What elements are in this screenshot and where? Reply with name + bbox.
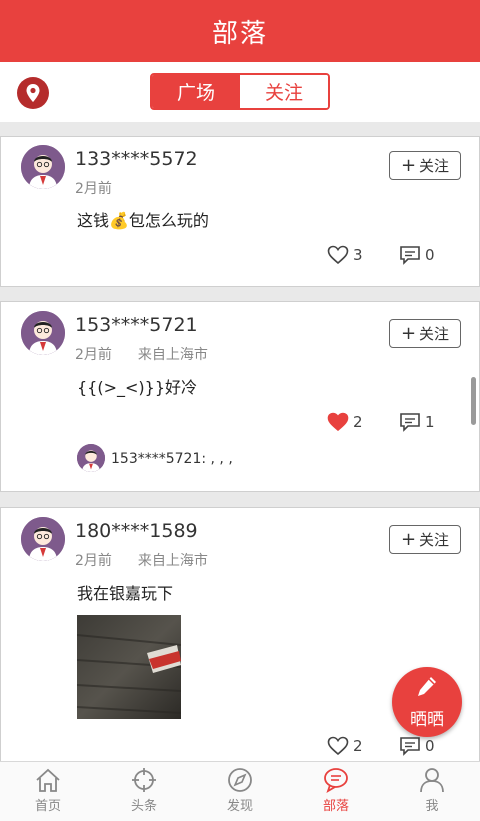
sub-bar: 广场 关注	[0, 62, 480, 122]
plus-icon: +	[400, 323, 417, 344]
crosshair-icon	[132, 768, 156, 792]
follow-button[interactable]: + 关注	[389, 525, 461, 554]
post-card[interactable]: 133****5572 2月前 这钱💰包怎么玩的 + 关注 3 0	[0, 136, 480, 287]
nav-label: 部落	[322, 799, 349, 814]
post-card[interactable]: 153****5721 2月前 来自上海市 {{(>_<)}}好冷 + 关注 2 1…	[0, 301, 480, 492]
post-meta: 2月前	[75, 178, 112, 198]
nav-headlines[interactable]: 头条	[96, 762, 192, 821]
comment-count: 1	[425, 413, 435, 431]
like-button[interactable]: 2	[327, 736, 363, 756]
post-meta: 2月前 来自上海市	[75, 550, 208, 570]
post-username[interactable]: 133****5572	[75, 148, 198, 170]
nav-me[interactable]: 我	[384, 762, 480, 821]
tab-square[interactable]: 广场	[152, 75, 240, 108]
like-count: 2	[353, 413, 363, 431]
person-icon	[420, 768, 444, 793]
post-time: 2月前	[75, 553, 112, 569]
comment-icon	[400, 737, 420, 756]
post-fab-button[interactable]: 晒晒	[392, 667, 462, 737]
like-count: 2	[353, 737, 363, 755]
like-count: 3	[353, 246, 363, 264]
nav-label: 首页	[34, 799, 61, 814]
post-photo[interactable]	[77, 615, 181, 719]
nav-home[interactable]: 首页	[0, 762, 96, 821]
post-time: 2月前	[75, 181, 112, 197]
plus-icon: +	[400, 529, 417, 550]
post-content: 这钱💰包怎么玩的	[77, 211, 209, 230]
heart-filled-icon	[327, 412, 349, 432]
post-time: 2月前	[75, 347, 112, 363]
like-button[interactable]: 3	[327, 245, 363, 265]
chat-bubble-icon	[324, 768, 348, 793]
home-icon	[36, 768, 60, 792]
nav-tribe[interactable]: 部落	[288, 762, 384, 821]
comment-count: 0	[425, 246, 435, 264]
nav-label: 发现	[226, 799, 253, 814]
follow-button[interactable]: + 关注	[389, 319, 461, 348]
avatar[interactable]	[21, 311, 65, 355]
comment-icon	[400, 413, 420, 432]
pencil-icon	[418, 677, 436, 696]
comment-button[interactable]: 0	[399, 245, 435, 265]
post-username[interactable]: 153****5721	[75, 314, 198, 336]
post-content: {{(>_<)}}好冷	[77, 378, 198, 397]
post-location: 来自上海市	[137, 347, 208, 363]
page-title: 部落	[211, 18, 268, 49]
follow-button[interactable]: + 关注	[389, 151, 461, 180]
avatar[interactable]	[21, 517, 65, 561]
post-meta: 2月前 来自上海市	[75, 344, 208, 364]
post-location: 来自上海市	[137, 553, 208, 569]
post-content: 我在银嘉玩下	[77, 584, 174, 603]
bottom-nav: 首页 头条 发现 部落 我	[0, 761, 480, 821]
reply-text: 153****5721: , , ,	[111, 451, 233, 467]
scrollbar[interactable]	[471, 377, 476, 425]
nav-label: 头条	[130, 799, 157, 814]
nav-label: 我	[425, 799, 439, 814]
top-bar: 部落	[0, 0, 480, 62]
like-button[interactable]: 2	[327, 412, 363, 432]
comment-button[interactable]: 0	[399, 736, 435, 756]
nav-discover[interactable]: 发现	[192, 762, 288, 821]
heart-outline-icon	[327, 736, 349, 756]
reply-avatar[interactable]	[77, 444, 105, 472]
comment-count: 0	[425, 737, 435, 755]
tab-following[interactable]: 关注	[240, 75, 328, 108]
fab-label: 晒晒	[410, 710, 444, 730]
comment-button[interactable]: 1	[399, 412, 435, 432]
location-pin-icon[interactable]	[17, 77, 49, 109]
heart-outline-icon	[327, 245, 349, 265]
post-username[interactable]: 180****1589	[75, 520, 198, 542]
compass-icon	[228, 768, 252, 792]
plus-icon: +	[400, 155, 417, 176]
segmented-tabs: 广场 关注	[150, 73, 330, 110]
avatar[interactable]	[21, 145, 65, 189]
comment-icon	[400, 246, 420, 265]
